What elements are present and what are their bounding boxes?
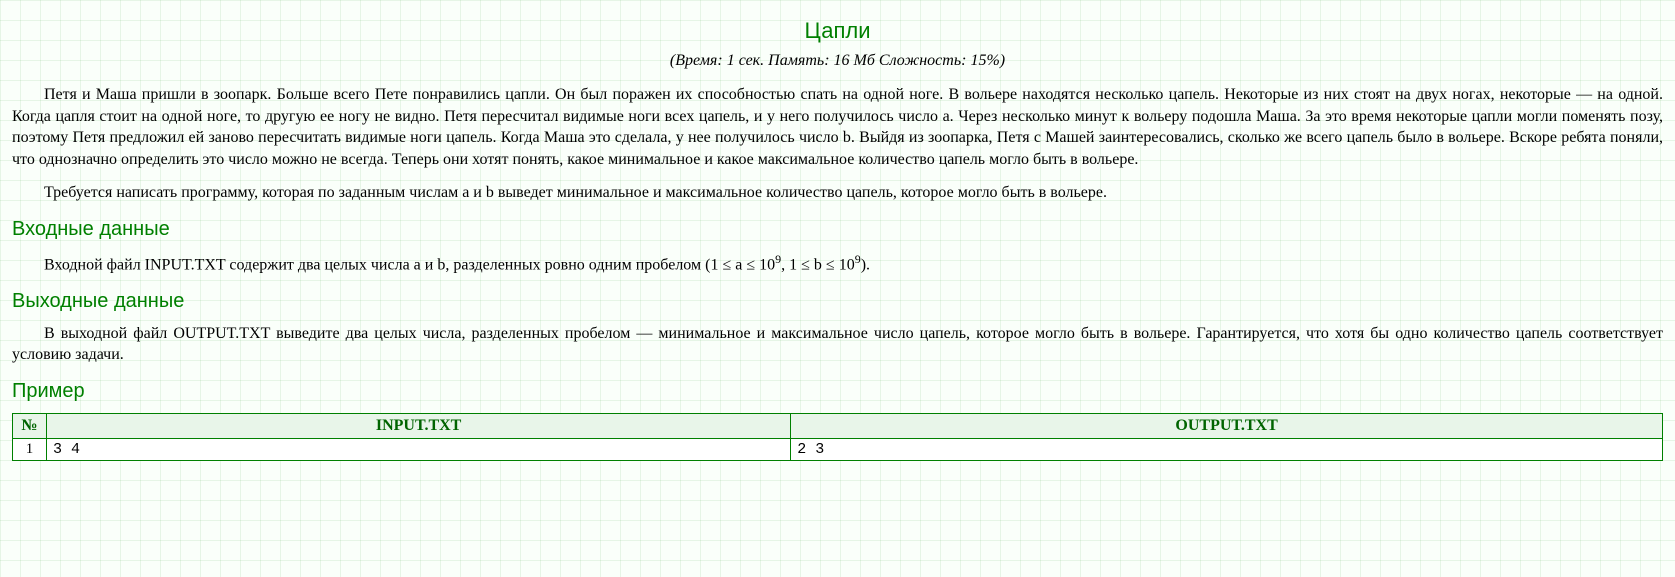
statement-paragraph-2: Требуется написать программу, которая по… [12,182,1663,204]
table-header-row: № INPUT.TXT OUTPUT.TXT [13,414,1663,439]
example-heading: Пример [12,380,1663,403]
problem-meta: (Время: 1 сек. Память: 16 Мб Сложность: … [12,52,1663,70]
input-text-post: ). [861,256,870,273]
example-table: № INPUT.TXT OUTPUT.TXT 1 3 4 2 3 [12,413,1663,461]
output-description: В выходной файл OUTPUT.TXT выведите два … [12,323,1663,366]
cell-output: 2 3 [791,439,1663,461]
input-description: Входной файл INPUT.TXT содержит два целы… [12,251,1663,276]
output-heading: Выходные данные [12,290,1663,313]
table-row: 1 3 4 2 3 [13,439,1663,461]
cell-number: 1 [13,439,47,461]
statement-paragraph-1: Петя и Маша пришли в зоопарк. Больше все… [12,84,1663,170]
col-input: INPUT.TXT [47,414,791,439]
input-text-pre: Входной файл INPUT.TXT содержит два целы… [44,256,775,273]
problem-statement: Цапли (Время: 1 сек. Память: 16 Мб Сложн… [0,0,1675,469]
col-output: OUTPUT.TXT [791,414,1663,439]
cell-input: 3 4 [47,439,791,461]
input-text-mid: , 1 ≤ b ≤ 10 [781,256,855,273]
problem-title: Цапли [12,18,1663,44]
col-number: № [13,414,47,439]
input-heading: Входные данные [12,218,1663,241]
